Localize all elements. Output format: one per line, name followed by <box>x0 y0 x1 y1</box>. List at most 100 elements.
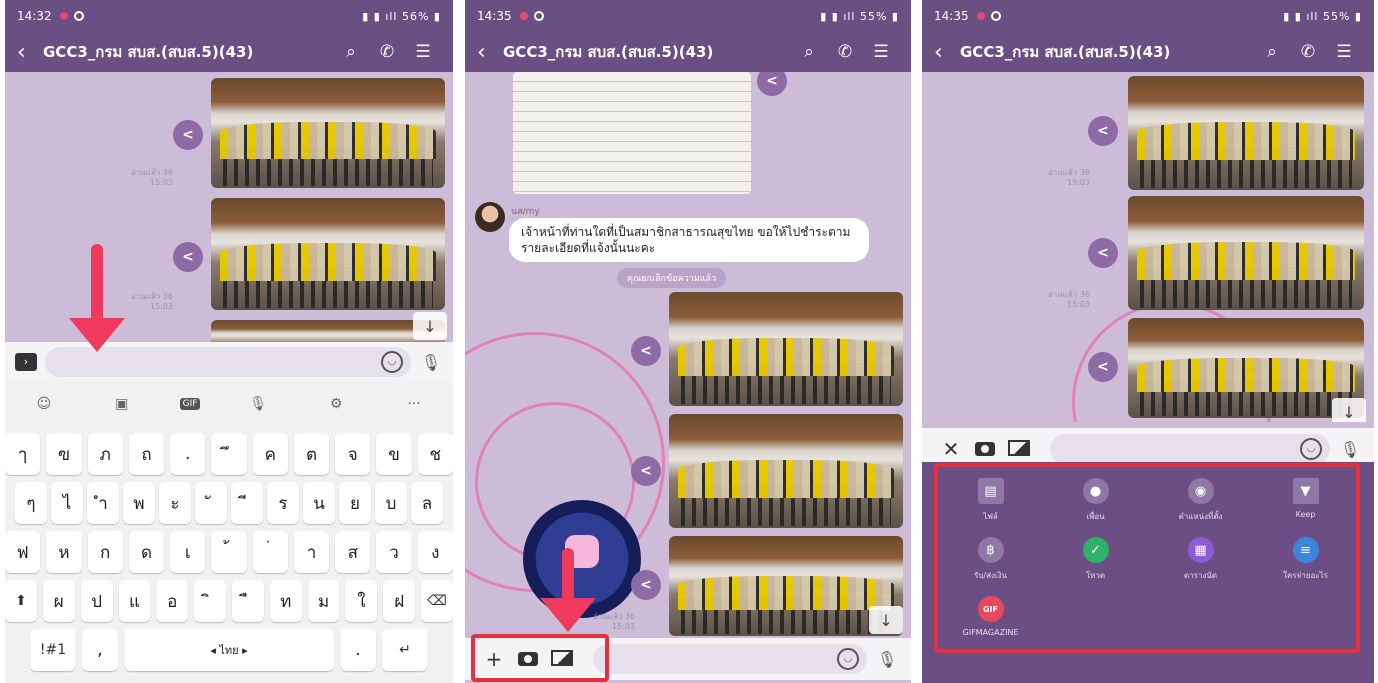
key[interactable]: ย <box>339 482 371 524</box>
phone-call-icon[interactable]: ✆ <box>369 42 405 62</box>
key[interactable]: แ <box>118 580 151 622</box>
key[interactable]: ่ <box>252 531 288 573</box>
group-photo[interactable] <box>669 414 903 528</box>
collapse-keyboard-icon[interactable]: ⌄ <box>5 678 453 683</box>
key[interactable]: ำ <box>87 482 119 524</box>
key[interactable]: ว <box>376 531 412 573</box>
gif-icon[interactable]: GIF <box>179 398 201 410</box>
key[interactable]: จ <box>335 433 371 475</box>
key[interactable]: ้ <box>211 531 247 573</box>
key[interactable]: บ <box>375 482 407 524</box>
settings-gear-icon[interactable]: ⚙ <box>316 396 356 412</box>
key[interactable]: ก <box>87 531 123 573</box>
space-key[interactable]: ◂ ไทย ▸ <box>124 629 334 671</box>
mic-icon[interactable]: 🎙 <box>1338 440 1362 459</box>
key[interactable]: น <box>303 482 335 524</box>
more-icon[interactable]: ··· <box>394 396 434 412</box>
key[interactable]: ื <box>232 580 264 622</box>
key[interactable]: ใ <box>345 580 378 622</box>
phone-call-icon[interactable]: ✆ <box>827 42 863 62</box>
key[interactable]: ร <box>267 482 299 524</box>
key[interactable]: ช <box>417 433 453 475</box>
back-icon[interactable]: ‹ <box>17 40 43 65</box>
phone-call-icon[interactable]: ✆ <box>1290 42 1326 62</box>
key[interactable]: ฟ <box>5 531 41 573</box>
key[interactable]: ห <box>46 531 82 573</box>
symbols-key[interactable]: !#1 <box>30 629 76 671</box>
emoji-icon[interactable]: ☺ <box>24 396 64 412</box>
mic-icon[interactable]: 🎙 <box>419 353 443 372</box>
image-icon[interactable] <box>1002 437 1036 461</box>
share-icon[interactable]: < <box>173 242 203 272</box>
search-icon[interactable]: ⌕ <box>791 42 827 62</box>
key[interactable]: ภ <box>87 433 123 475</box>
mic-icon[interactable]: 🎙 <box>875 650 899 669</box>
back-icon[interactable]: ‹ <box>477 40 503 65</box>
key[interactable]: ะ <box>159 482 191 524</box>
share-icon[interactable]: < <box>1088 116 1118 146</box>
key[interactable]: ี <box>231 482 263 524</box>
group-photo[interactable] <box>211 198 445 310</box>
emoji-icon[interactable]: ◡ <box>381 351 403 373</box>
menu-icon[interactable]: ☰ <box>1326 42 1362 62</box>
share-icon[interactable]: < <box>631 570 661 600</box>
mic-icon[interactable]: 🎙 <box>238 396 278 412</box>
key[interactable]: ผ <box>42 580 75 622</box>
scroll-down-button[interactable]: ↓ <box>413 312 447 340</box>
comma-key[interactable]: , <box>82 629 118 671</box>
key[interactable]: ง <box>417 531 453 573</box>
menu-icon[interactable]: ☰ <box>863 42 899 62</box>
key[interactable]: ท <box>269 580 302 622</box>
group-photo[interactable] <box>1128 76 1364 190</box>
search-icon[interactable]: ⌕ <box>333 42 369 62</box>
key[interactable]: ไ <box>51 482 83 524</box>
search-icon[interactable]: ⌕ <box>1254 42 1290 62</box>
key[interactable]: ฝ <box>383 580 416 622</box>
key[interactable]: . <box>170 433 206 475</box>
period-key[interactable]: . <box>340 629 376 671</box>
expand-icon[interactable]: › <box>15 353 37 371</box>
key[interactable]: า <box>293 531 330 573</box>
message-input[interactable]: ◡ <box>1050 434 1330 464</box>
key[interactable]: ม <box>307 580 340 622</box>
key[interactable]: ั <box>195 482 227 524</box>
key[interactable]: ล <box>411 482 443 524</box>
document-image[interactable] <box>513 72 751 194</box>
back-icon[interactable]: ‹ <box>934 40 960 65</box>
share-icon[interactable]: < <box>757 72 787 96</box>
key[interactable]: อ <box>156 580 189 622</box>
key[interactable]: ต <box>293 433 330 475</box>
group-photo[interactable] <box>669 292 903 406</box>
share-icon[interactable]: < <box>631 336 661 366</box>
share-icon[interactable]: < <box>1088 352 1118 382</box>
key[interactable]: ด <box>128 531 165 573</box>
key[interactable]: ป <box>80 580 113 622</box>
camera-icon[interactable] <box>968 437 1002 461</box>
key[interactable]: ค <box>252 433 288 475</box>
key[interactable]: ถ <box>128 433 165 475</box>
key[interactable]: พ <box>123 482 155 524</box>
key[interactable]: ิ <box>194 580 226 622</box>
emoji-icon[interactable]: ◡ <box>837 648 859 670</box>
share-icon[interactable]: < <box>631 456 661 486</box>
shift-key[interactable]: ⬆ <box>5 580 37 622</box>
message-input[interactable]: ◡ <box>593 644 867 674</box>
share-icon[interactable]: < <box>173 120 203 150</box>
key[interactable]: ๆ <box>15 482 47 524</box>
close-icon[interactable]: ✕ <box>934 437 968 461</box>
group-photo[interactable] <box>669 536 903 636</box>
enter-key[interactable]: ↵ <box>382 629 428 671</box>
avatar[interactable] <box>475 202 505 232</box>
key[interactable]: ฃ <box>46 433 82 475</box>
backspace-key[interactable]: ⌫ <box>421 580 453 622</box>
message-bubble[interactable]: เจ้าหน้าที่ท่านใดที่เป็นสมาชิกสาธารณสุขไ… <box>509 218 869 263</box>
key[interactable]: ๅ <box>5 433 41 475</box>
sticker-icon[interactable]: ▣ <box>102 396 142 412</box>
group-photo[interactable] <box>211 320 445 342</box>
emoji-icon[interactable]: ◡ <box>1300 438 1322 460</box>
group-photo[interactable] <box>1128 318 1364 418</box>
key[interactable]: เ <box>170 531 206 573</box>
group-photo[interactable] <box>211 78 445 188</box>
scroll-down-button[interactable]: ↓ <box>869 606 903 634</box>
key[interactable]: ึ <box>211 433 247 475</box>
